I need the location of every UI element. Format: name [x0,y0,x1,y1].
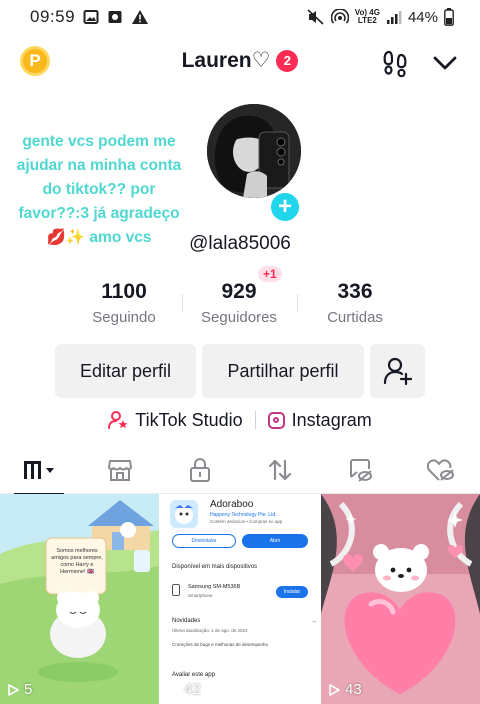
add-user-icon [383,357,412,386]
app-news-body: Correções de bugs e melhorias de desempe… [172,642,269,647]
bookmark-hidden-icon [350,459,372,482]
mute-icon [307,9,325,25]
grid-icon [24,461,54,479]
footprint-icon [383,50,407,78]
app-logo [170,500,198,528]
play-outline-icon [168,683,179,696]
tiktok-studio-link[interactable]: TikTok Studio [108,409,243,431]
plus-icon: + [277,193,292,220]
video-thumbnail-image [321,494,480,704]
new-followers-badge: +1 [258,266,282,282]
app-device-sub: Smartphone [188,593,213,598]
tab-shop[interactable] [80,446,160,494]
video-thumbnail[interactable]: 43 [321,494,480,704]
view-count-value: 42 [184,681,201,698]
hotspot-icon [330,9,349,25]
app-devices-heading: Disponível em mais dispositivos [172,564,258,570]
followers-label: Seguidores [201,309,277,326]
app-name: Adoraboo [210,499,254,510]
link-divider [254,411,256,429]
status-bar: 09:59 Vo) 4G LTE2 44% [0,0,480,34]
status-time: 09:59 [30,7,76,26]
tab-favorites[interactable] [320,446,400,494]
network-type-indicator: Vo) 4G LTE2 [355,9,380,25]
chevron-down-icon [433,56,457,70]
user-handle: @lala85006 [189,233,291,254]
edit-profile-button[interactable]: Editar perfil [55,344,196,398]
app-install-button: Instalar [276,586,308,598]
avatar-photo [207,104,301,198]
avatar[interactable] [207,104,301,198]
app-uninstall-button: Desinstalar [172,534,236,548]
app-publisher: Happeny Technology Pte. Ltd. [210,512,277,518]
tab-reposts[interactable] [240,446,320,494]
app-open-button: Abrir [242,534,308,548]
video-thumbnail-image [0,494,159,704]
app-device-name: Samsung SM-M536B [188,584,241,590]
photo-icon [107,9,123,25]
followers-count: 929 [221,280,257,303]
add-photo-button[interactable]: + [268,190,302,224]
view-count-value: 5 [24,681,33,698]
tab-videos[interactable] [0,446,80,495]
app-news-date: Última atualização: 1 de ago. de 2024 [172,628,248,633]
tab-liked[interactable] [400,446,480,494]
app-rate-heading: Avaliar este app [172,672,215,678]
view-count: 42 [166,681,201,698]
heart-hidden-icon [426,459,454,481]
tab-private[interactable] [160,446,240,494]
following-stat[interactable]: 1100 Seguindo [69,280,179,326]
instagram-icon [267,411,285,429]
repost-icon [268,459,292,481]
view-count: 43 [327,681,362,698]
likes-count: 336 [337,280,373,303]
battery-icon [444,8,454,26]
arrow-right-icon: → [310,618,317,625]
phone-icon [172,584,180,596]
app-purchase-note: Contém anúncios • Compras no app [210,519,283,524]
share-profile-button[interactable]: Partilhar perfil [202,344,364,398]
followers-stat[interactable]: 929 Seguidores [184,280,294,326]
app-news-heading: Novidades [172,618,201,624]
video-thumbnail[interactable]: Somos melhores amigos para sempre, como … [0,494,159,704]
footprint-button[interactable] [380,48,410,78]
video-grid: Somos melhores amigos para sempre, como … [0,494,480,704]
speech-bubble-text: Somos melhores amigos para sempre, como … [51,548,103,575]
stats-row: 1100 Seguindo 929 Seguidores 336 Curtida… [0,280,480,330]
notification-badge: 2 [276,49,299,72]
profile-header: P Lauren♡ 2 [0,40,480,84]
studio-icon [108,411,128,429]
stat-divider [297,294,298,312]
profile-note[interactable]: gente vcs podem me ajudar na minha conta… [12,130,186,250]
play-outline-icon [329,683,340,696]
warning-icon [131,9,149,25]
username-title: Lauren♡ [181,49,271,72]
following-label: Seguindo [92,309,156,326]
network-bottom-label: LTE2 [357,16,377,25]
likes-stat[interactable]: 336 Curtidas [300,280,410,326]
lock-icon [190,458,210,482]
view-count: 5 [6,681,32,698]
battery-percent: 44% [407,8,438,26]
following-count: 1100 [101,280,147,303]
add-friends-button[interactable] [370,344,425,398]
profile-links: TikTok Studio Instagram [0,404,480,436]
signal-icon [386,10,402,24]
instagram-link[interactable]: Instagram [267,409,372,431]
shop-icon [108,460,132,481]
play-outline-icon [8,683,19,696]
content-tabs [0,446,480,495]
tiktok-studio-label: TikTok Studio [135,409,243,430]
likes-label: Curtidas [327,309,383,326]
gallery-icon [83,9,99,25]
instagram-label: Instagram [291,409,372,430]
stat-divider [182,294,183,312]
video-thumbnail[interactable]: Adoraboo Happeny Technology Pte. Ltd. Co… [160,494,319,704]
menu-chevron-button[interactable] [430,48,460,78]
view-count-value: 43 [345,681,362,698]
